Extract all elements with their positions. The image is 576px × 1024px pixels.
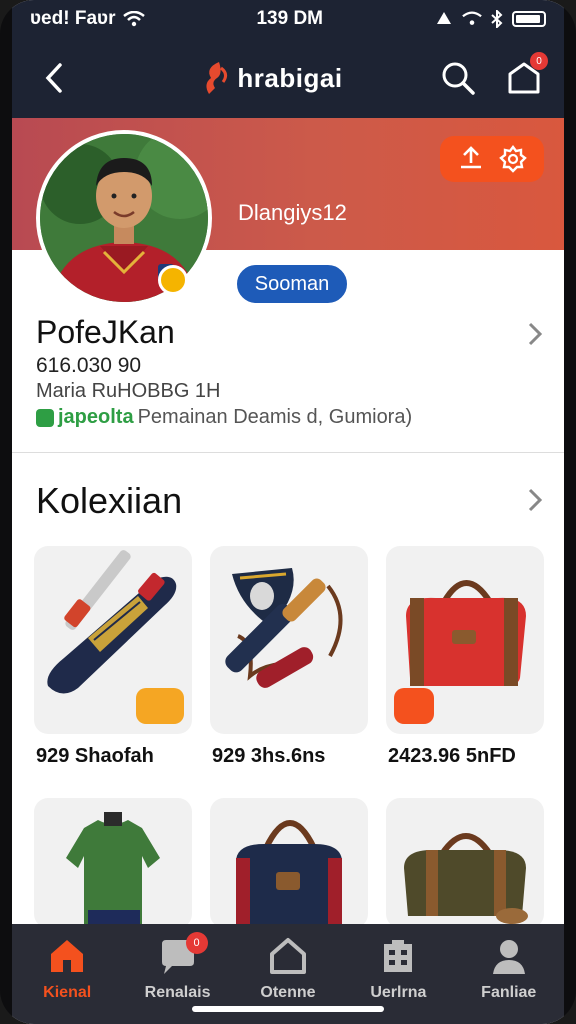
status-bar: ʋed! Faʋr 139 DM: [12, 0, 564, 38]
profile-description: japeolta Pemainan Deamis d, Gumiora): [36, 406, 412, 429]
search-icon[interactable]: [440, 60, 476, 96]
phone-frame: ʋed! Faʋr 139 DM hrabigai 0 Dlangiys12 S…: [0, 0, 576, 1024]
wifi-icon: [462, 11, 482, 25]
tab-home[interactable]: Kienal: [17, 936, 117, 1024]
card-badge: [136, 688, 184, 724]
description-prefix: japeolta: [58, 406, 134, 428]
brand-name: hrabigai: [237, 62, 343, 93]
tab-label: Fanliae: [481, 984, 537, 1001]
settings-gear-icon[interactable]: [498, 144, 528, 174]
tab-label: Otenne: [260, 984, 316, 1001]
collection-card[interactable]: [34, 546, 192, 734]
bag-button[interactable]: 0: [506, 52, 548, 96]
gear-set-icon: [225, 568, 343, 688]
profile-icon: [492, 940, 525, 974]
building-icon: [384, 940, 413, 972]
olive-bag-icon: [404, 833, 528, 924]
carrier-label: ʋed! Faʋr: [30, 8, 116, 29]
back-arrow-icon[interactable]: [34, 61, 74, 95]
description-text: Pemainan Deamis d, Gumiora): [137, 406, 413, 428]
card-price: 929 Shaofah: [36, 745, 154, 767]
profile-handle: Dlangiys12: [238, 200, 347, 225]
shield-icon: [36, 408, 54, 427]
tab-label: Kienal: [43, 984, 92, 1001]
follow-button[interactable]: Sooman: [234, 262, 350, 306]
tab-label: Renalais: [144, 984, 211, 1001]
tab-label: Uerlrna: [370, 984, 427, 1001]
collection-card[interactable]: [386, 546, 544, 734]
bluetooth-icon: [491, 10, 503, 28]
verified-badge: [158, 265, 188, 295]
banner-actions: [440, 136, 544, 182]
profile-name: PofeJKan: [36, 314, 175, 350]
home-icon: [51, 940, 84, 972]
bag-badge: 0: [530, 52, 548, 70]
chevron-right-icon[interactable]: [526, 486, 544, 514]
screen: ʋed! Faʋr 139 DM hrabigai 0 Dlangiys12 S…: [12, 0, 564, 1024]
share-icon[interactable]: [457, 145, 485, 173]
top-nav: hrabigai 0: [12, 38, 564, 118]
collection-card[interactable]: [210, 798, 368, 928]
clock: 139 DM: [256, 8, 323, 29]
jersey-icon: [66, 812, 160, 928]
house-icon: [269, 938, 306, 974]
divider: [12, 452, 564, 453]
signal-icon: [437, 12, 451, 24]
wifi-icon: [123, 11, 146, 27]
collection-card[interactable]: [386, 798, 544, 928]
card-price: 929 3hs.6ns: [212, 745, 326, 767]
chevron-right-icon[interactable]: [526, 320, 544, 348]
brand-logo-icon: [206, 62, 228, 94]
profile-stat: 616.030 90: [36, 354, 142, 377]
brand: hrabigai: [104, 60, 440, 96]
home-indicator[interactable]: [192, 1006, 384, 1012]
collection-card[interactable]: [210, 546, 368, 734]
battery-icon: [512, 11, 546, 27]
card-badge: [394, 688, 434, 724]
collection-card[interactable]: [34, 798, 192, 928]
card-price: 2423.96 5nFD: [388, 745, 516, 767]
navy-bag-icon: [236, 820, 342, 924]
chat-badge: 0: [185, 932, 208, 954]
profile-meta: Maria RuHOBBG 1H: [36, 380, 221, 402]
section-title: Kolexiian: [36, 480, 183, 521]
tab-profile[interactable]: Fanliae: [459, 936, 559, 1024]
